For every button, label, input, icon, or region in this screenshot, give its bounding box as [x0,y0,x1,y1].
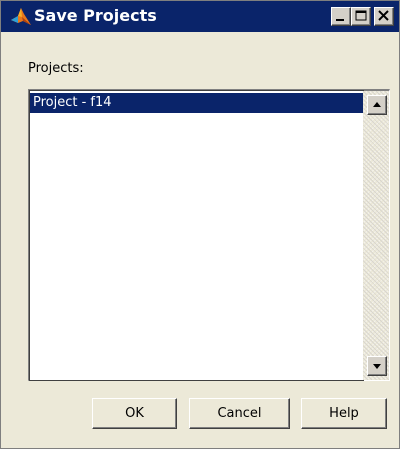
minimize-button[interactable] [331,7,351,26]
title-bar[interactable]: Save Projects [1,1,399,32]
projects-listbox[interactable]: Project - f14 [28,89,390,381]
ok-button[interactable]: OK [92,398,177,429]
scroll-up-button[interactable] [367,95,387,115]
maximize-button[interactable] [351,7,371,26]
scroll-down-button[interactable] [367,356,387,376]
projects-label: Projects: [28,61,84,76]
matlab-membrane-icon [10,7,32,27]
cancel-button[interactable]: Cancel [189,398,290,429]
save-projects-dialog: Save Projects Projects: Project - f14 OK… [0,0,400,449]
vertical-scrollbar[interactable] [363,91,389,380]
list-item-project-f14[interactable]: Project - f14 [30,93,363,113]
help-button[interactable]: Help [301,398,387,429]
close-button[interactable] [374,7,394,26]
window-title: Save Projects [34,6,157,25]
projects-list: Project - f14 [29,90,364,381]
